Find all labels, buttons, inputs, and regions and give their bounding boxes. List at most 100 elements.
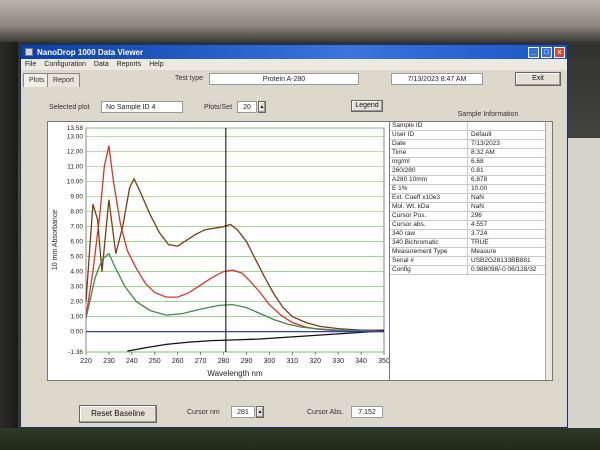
selected-plot-label: Selected plot [49,104,90,111]
app-icon [25,48,33,56]
info-value: 296 [471,212,482,219]
tab-report[interactable]: Report [47,73,81,87]
info-row: Mol. Wt. kDa NaN [390,203,552,212]
info-key: User ID [390,131,468,139]
info-value: 3.724 [471,230,488,237]
info-value: 4.557 [471,221,488,228]
info-key: 260/280 [390,167,468,175]
monitor-bezel-top [0,0,600,42]
test-type-field: Protein A-280 [209,73,359,85]
x-tick-label: 300 [264,358,276,365]
test-type-label: Test type [175,75,204,82]
y-tick-label: -1.36 [68,349,83,356]
x-tick-label: 330 [332,358,344,365]
info-value: 8:32 AM [471,149,495,156]
x-tick-label: 230 [103,358,115,365]
info-key: E 1% [390,185,468,193]
plots-per-set-label: Plots/Set [204,104,233,111]
reset-baseline-button[interactable]: Reset Baseline [79,405,157,423]
info-key: Date [390,140,468,148]
absorbance-chart[interactable]: -1.36 0.00 1.00 2.00 3.00 4.00 5.00 6.00 7.00 8.0… [47,121,391,381]
plots-per-set-spinner[interactable]: ▲ [258,101,266,113]
info-key: Config [390,266,468,274]
cursor-nm-input[interactable]: 281 [231,406,255,418]
info-row: Serial # USB2G28133BB881 [390,257,552,266]
info-key: Cursor abs. [390,221,468,229]
menu-file[interactable]: File [25,61,36,68]
x-tick-label: 220 [80,358,92,365]
info-row: User ID Default [390,131,552,140]
x-tick-label: 280 [218,358,230,365]
datetime-field: 7/13/2023 8:47 AM [391,73,483,85]
menu-configuration[interactable]: Configuration [44,61,86,68]
info-value: 0.81 [471,167,484,174]
info-value: NaN [471,203,485,210]
info-key: mg/ml [390,158,468,166]
x-tick-label: 260 [172,358,184,365]
info-key: Measurement Type [390,248,468,256]
cursor-nm-spinner[interactable]: ▲ [256,406,264,418]
info-value: USB2G28133BB881 [471,257,531,264]
chart-svg: -1.36 0.00 1.00 2.00 3.00 4.00 5.00 6.00 7.00 8.0… [52,125,390,378]
legend-button[interactable]: Legend [351,100,383,112]
desk-background [0,428,600,450]
info-row: 340 Bichromatic TRUE [390,239,552,248]
sample-info-table: Sample ID User ID Default Date 7/13/2023 Time… [389,121,553,381]
info-key: Cursor Pos. [390,212,468,220]
info-key: A280 10mm [390,176,468,184]
y-tick-label: 1.00 [70,314,83,321]
close-button[interactable]: x [554,46,565,58]
info-row: Config 0.988098/-0.06/128/32 [390,266,552,275]
info-value: TRUE [471,239,489,246]
info-value: 10.00 [471,185,488,192]
minimize-button[interactable]: _ [528,46,539,58]
y-tick-label: 13.58 [67,125,84,132]
info-row: Cursor abs. 4.557 [390,221,552,230]
tab-row: Plots Report Test type Protein A-280 7/1… [21,70,567,88]
info-value: Default [471,131,492,138]
y-tick-label: 13.00 [67,134,84,141]
menu-reports[interactable]: Reports [117,61,142,68]
x-tick-label: 250 [149,358,161,365]
info-scrollbar[interactable] [545,122,552,380]
x-tick-label: 240 [126,358,138,365]
info-row: Time 8:32 AM [390,149,552,158]
y-tick-label: 7.00 [70,224,83,231]
maximize-button[interactable]: □ [541,46,552,58]
menu-help[interactable]: Help [149,61,163,68]
info-value: 6.68 [471,158,484,165]
info-value: NaN [471,194,485,201]
y-tick-label: 8.00 [70,209,83,216]
background-window [568,138,600,428]
y-tick-label: 9.00 [70,194,83,201]
y-tick-label: 4.00 [70,269,83,276]
y-tick-label: 2.00 [70,299,83,306]
menu-data[interactable]: Data [94,61,109,68]
info-value: 6.878 [471,176,488,183]
info-row: Ext. Coeff x10e3 NaN [390,194,552,203]
info-value: Measure [471,248,497,255]
info-value: 7/13/2023 [471,140,500,147]
info-row: Date 7/13/2023 [390,140,552,149]
plot-frame [85,127,385,353]
plots-per-set-input[interactable]: 20 [237,101,257,113]
y-tick-label: 12.00 [67,149,84,156]
x-tick-label: 290 [241,358,253,365]
y-tick-label: 10.00 [67,179,84,186]
y-axis-label: 10 mm Absorbance [52,210,59,270]
info-row: A280 10mm 6.878 [390,176,552,185]
exit-button[interactable]: Exit [515,72,561,86]
y-tick-label: 5.00 [70,254,83,261]
sample-info-title: Sample Information [457,111,519,118]
x-tick-label: 340 [355,358,367,365]
x-tick-label: 320 [309,358,321,365]
y-tick-label: 3.00 [70,284,83,291]
info-row: Measurement Type Measure [390,248,552,257]
cursor-nm-label: Cursor nm [187,409,220,416]
info-row: mg/ml 6.68 [390,158,552,167]
menu-bar: File Configuration Data Reports Help [21,59,567,70]
info-row: Sample ID [390,122,552,131]
selected-plot-select[interactable]: No Sample ID 4 [101,101,183,113]
cursor-abs-value: 7.152 [351,406,383,418]
info-key: Time [390,149,468,157]
